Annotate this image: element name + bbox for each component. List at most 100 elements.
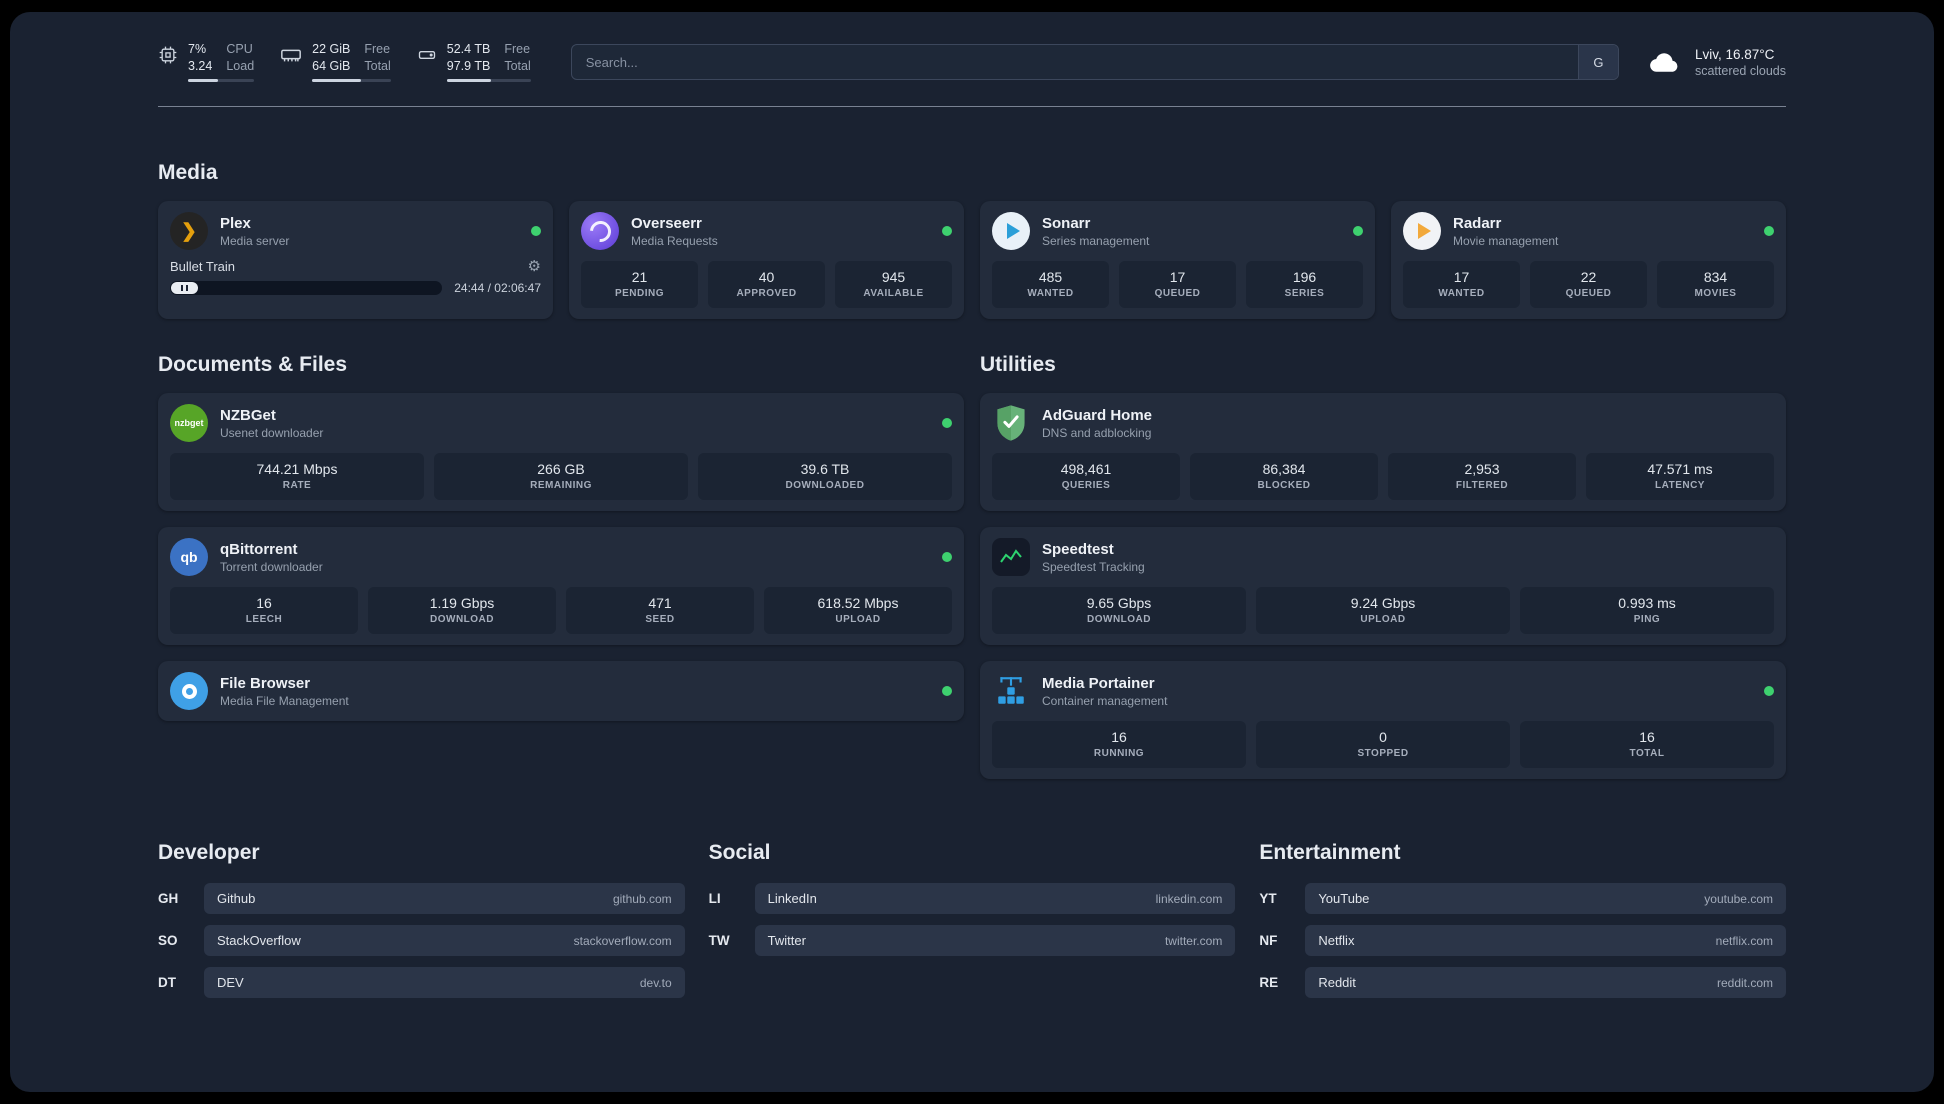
- speedtest-card[interactable]: Speedtest Speedtest Tracking 9.65 Gbps DO…: [980, 527, 1786, 646]
- stat-tile: 196 SERIES: [1246, 261, 1363, 309]
- bookmark-youtube[interactable]: YT YouTube youtube.com: [1259, 883, 1786, 915]
- bookmark-abbr: DT: [158, 975, 176, 991]
- disk-icon: [417, 45, 437, 65]
- stat-tile: 47.571 ms LATENCY: [1586, 453, 1774, 501]
- radarr-card[interactable]: Radarr Movie management 17 WANTED 22 QUEUE…: [1391, 201, 1786, 320]
- memory-label-bottom: Total: [364, 58, 391, 73]
- topbar-divider: [158, 106, 1786, 108]
- stat-tile: 266 GB REMAINING: [434, 453, 688, 501]
- bookmark-twitter[interactable]: TW Twitter twitter.com: [708, 925, 1236, 957]
- bookmark-domain: stackoverflow.com: [573, 933, 672, 948]
- bookmark-stackoverflow[interactable]: SO StackOverflow stackoverflow.com: [158, 925, 685, 957]
- weather-location: Lviv, 16.87°C: [1694, 46, 1775, 62]
- portainer-card[interactable]: Media Portainer Container management 16 R…: [980, 661, 1786, 780]
- status-dot: [1764, 686, 1774, 697]
- service-name: Overseerr: [631, 214, 702, 232]
- weather-condition: scattered clouds: [1694, 63, 1786, 78]
- stat-tile: 22 QUEUED: [1530, 261, 1647, 309]
- memory-icon: [280, 45, 302, 65]
- gear-icon[interactable]: ⚙: [528, 259, 541, 274]
- stat-tile: 17 QUEUED: [1119, 261, 1236, 309]
- cpu-label-top: CPU: [226, 42, 253, 56]
- memory-free: 22 GiB: [312, 42, 351, 56]
- disk-total: 97.9 TB: [446, 58, 491, 73]
- service-subtitle: Usenet downloader: [220, 425, 324, 440]
- status-dot: [1764, 226, 1774, 237]
- adguard-card[interactable]: AdGuard Home DNS and adblocking 498,461 Q…: [980, 393, 1786, 512]
- weather-widget: Lviv, 16.87°C scattered clouds: [1647, 47, 1786, 78]
- stat-tile: 9.65 Gbps DOWNLOAD: [992, 587, 1246, 635]
- playback-progress-bar[interactable]: [170, 281, 443, 296]
- stat-tile: 86,384 BLOCKED: [1190, 453, 1378, 501]
- plex-icon: ❯: [170, 212, 208, 251]
- status-dot: [942, 686, 952, 697]
- service-name: qBittorrent: [220, 540, 298, 558]
- bookmark-abbr: NF: [1259, 933, 1278, 949]
- disk-usage-bar: [446, 79, 531, 83]
- disk-label-top: Free: [504, 42, 531, 56]
- status-dot: [531, 226, 541, 237]
- memory-total: 64 GiB: [312, 58, 351, 73]
- service-name: Speedtest: [1042, 540, 1114, 558]
- bookmark-domain: netflix.com: [1715, 933, 1773, 948]
- service-name: Media Portainer: [1042, 674, 1155, 692]
- bookmark-abbr: SO: [158, 933, 178, 949]
- bookmark-name: DEV: [217, 975, 244, 991]
- bookmark-dev[interactable]: DT DEV dev.to: [158, 967, 685, 999]
- nzbget-card[interactable]: nzbget NZBGet Usenet downloader 744.21 M…: [158, 393, 964, 512]
- bookmark-abbr: TW: [708, 933, 730, 949]
- adguard-shield-icon: [992, 404, 1030, 442]
- stat-tile: 744.21 Mbps RATE: [170, 453, 424, 501]
- stat-tile: 21 PENDING: [581, 261, 698, 309]
- stat-tile: 945 AVAILABLE: [835, 261, 952, 309]
- service-name: NZBGet: [220, 406, 276, 424]
- sonarr-card[interactable]: Sonarr Series management 485 WANTED 17 QUE…: [980, 201, 1375, 320]
- stat-tile: 39.6 TB DOWNLOADED: [698, 453, 952, 501]
- stat-tile: 618.52 Mbps UPLOAD: [764, 587, 952, 635]
- disk-free: 52.4 TB: [446, 42, 491, 56]
- search-input[interactable]: [571, 54, 1578, 70]
- playback-time: 24:44 / 02:06:47: [454, 281, 541, 296]
- pause-icon[interactable]: [171, 282, 198, 295]
- section-title-entertainment: Entertainment: [1259, 841, 1401, 865]
- sonarr-icon: [992, 212, 1030, 251]
- bookmark-group-social: Social LI LinkedIn linkedin.com TW Twitt…: [709, 841, 1236, 1009]
- search-bar: G: [570, 44, 1619, 81]
- bookmark-abbr: RE: [1259, 975, 1279, 991]
- bookmark-abbr: LI: [708, 891, 721, 907]
- qbittorrent-card[interactable]: qb qBittorrent Torrent downloader 16 LEEC…: [158, 527, 964, 646]
- bookmark-name: YouTube: [1318, 891, 1370, 907]
- service-subtitle: Media Requests: [631, 233, 718, 248]
- overseerr-icon: [581, 212, 619, 251]
- bookmark-abbr: YT: [1259, 891, 1277, 907]
- bookmark-group-entertainment: Entertainment YT YouTube youtube.com NF …: [1259, 841, 1786, 1009]
- bookmark-name: Twitter: [767, 933, 806, 949]
- search-provider-button[interactable]: G: [1577, 45, 1618, 80]
- cpu-percent: 7%: [188, 42, 207, 56]
- bookmark-linkedin[interactable]: LI LinkedIn linkedin.com: [708, 883, 1236, 915]
- stat-tile: 1.19 Gbps DOWNLOAD: [368, 587, 556, 635]
- overseerr-card[interactable]: Overseerr Media Requests 21 PENDING 40 APP…: [569, 201, 964, 320]
- bookmark-netflix[interactable]: NF Netflix netflix.com: [1259, 925, 1786, 957]
- cpu-loadavg: 3.24: [188, 58, 213, 73]
- stat-tile: 9.24 Gbps UPLOAD: [1256, 587, 1510, 635]
- service-subtitle: Speedtest Tracking: [1042, 559, 1145, 574]
- service-name: File Browser: [220, 674, 311, 692]
- bookmark-github[interactable]: GH Github github.com: [158, 883, 685, 915]
- bookmark-abbr: GH: [158, 891, 179, 907]
- section-title-developer: Developer: [158, 841, 260, 865]
- service-name: Plex: [220, 214, 251, 232]
- section-title-social: Social: [708, 841, 771, 865]
- stat-tile: 0.993 ms PING: [1520, 587, 1774, 635]
- stat-tile: 498,461 QUERIES: [992, 453, 1180, 501]
- stat-tile: 17 WANTED: [1403, 261, 1520, 309]
- bookmark-domain: youtube.com: [1704, 891, 1773, 906]
- bookmark-domain: linkedin.com: [1155, 891, 1223, 906]
- bookmark-reddit[interactable]: RE Reddit reddit.com: [1259, 967, 1786, 999]
- status-dot: [942, 226, 952, 237]
- stat-tile: 471 SEED: [566, 587, 754, 635]
- cpu-widget: 7% 3.24 CPU Load: [158, 42, 255, 83]
- dashboard-screen: 7% 3.24 CPU Load 22 GiB 64 GiB Free Tota…: [10, 12, 1934, 1092]
- filebrowser-card[interactable]: File Browser Media File Management: [158, 661, 964, 722]
- plex-card[interactable]: ❯ Plex Media server Bullet Train ⚙ 24:44…: [158, 201, 553, 320]
